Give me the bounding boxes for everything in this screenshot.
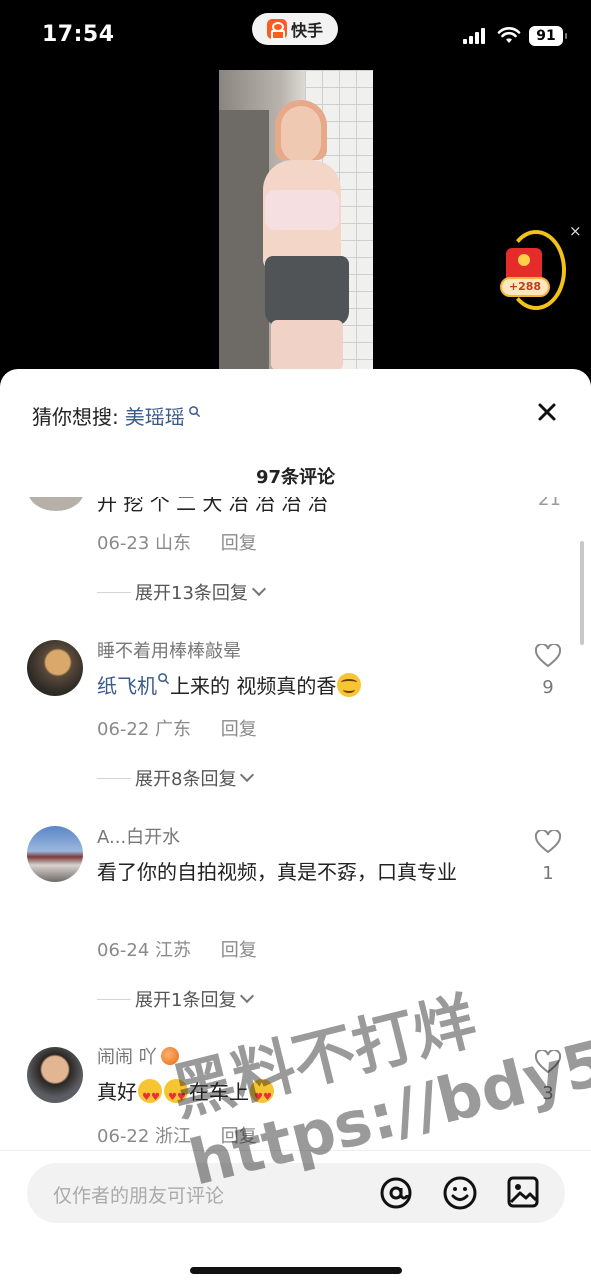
like-heart-icon[interactable]	[535, 830, 561, 854]
avatar[interactable]	[27, 1047, 83, 1103]
smiling-face-emoji-icon	[337, 673, 362, 697]
heart-eyes-emoji-icon	[250, 1079, 274, 1115]
close-icon[interactable]	[534, 399, 560, 425]
comment-location: 山东	[155, 533, 192, 554]
chevron-down-icon	[251, 581, 266, 597]
home-indicator	[190, 1267, 402, 1274]
reward-amount: +288	[500, 277, 550, 297]
comment-input[interactable]: 仅作者的朋友可评论	[27, 1163, 565, 1223]
comment-body: 上来的 视频真的香	[170, 674, 337, 698]
comment-location: 江苏	[155, 940, 192, 961]
comment-location: 浙江	[155, 1126, 192, 1147]
guess-search-term[interactable]: 美瑶瑶	[125, 401, 185, 430]
chevron-down-icon	[240, 988, 255, 1004]
like-heart-icon[interactable]	[535, 644, 561, 668]
divider	[97, 998, 131, 1000]
mention-at-icon[interactable]	[378, 1175, 414, 1211]
comment-body: 在车上	[189, 1080, 249, 1104]
comment-date: 06-24	[97, 940, 150, 961]
wifi-icon	[497, 27, 521, 43]
guess-label: 猜你想搜:	[32, 405, 119, 429]
expand-replies-label: 展开13条回复	[135, 583, 248, 604]
search-icon	[158, 673, 170, 685]
video-figure-top	[265, 190, 339, 230]
reply-button[interactable]: 回复	[221, 940, 257, 961]
search-icon	[188, 406, 200, 418]
image-icon[interactable]	[506, 1175, 540, 1209]
emoji-icon[interactable]	[442, 1175, 478, 1211]
like-count: 21	[538, 497, 561, 510]
comments-count-title: 97条评论	[255, 467, 336, 488]
comment-text: 看了你的自拍视频，真是不孬，口真专业	[97, 860, 457, 884]
comment-text: 开 挖 个 二 大 冶 冶 冶 冶	[97, 497, 328, 515]
video-figure-legs	[271, 320, 343, 370]
expand-replies-label: 展开1条回复	[135, 990, 237, 1011]
reply-button[interactable]: 回复	[221, 533, 257, 554]
heart-eyes-emoji-icon	[138, 1079, 162, 1115]
chevron-down-icon	[240, 767, 255, 783]
avatar[interactable]	[27, 640, 83, 696]
video-player[interactable]	[219, 70, 373, 370]
video-figure-shorts	[265, 256, 349, 326]
signal-icon	[463, 28, 487, 44]
battery-icon: 91	[529, 26, 567, 46]
kuaishou-logo-icon	[266, 19, 287, 40]
comment-meta: 06-23 山东 回复	[97, 529, 257, 555]
divider	[97, 777, 131, 779]
comment-meta: 06-22 广东 回复	[97, 715, 257, 741]
comment-username[interactable]: A...白开水	[97, 823, 180, 849]
comment-username[interactable]: 闹闹 吖	[97, 1043, 179, 1069]
scrollbar[interactable]	[580, 541, 584, 645]
comment-date: 06-22	[97, 1126, 150, 1147]
comment-date: 06-22	[97, 719, 150, 740]
video-background-door	[219, 110, 269, 370]
like-count: 3	[542, 1083, 554, 1104]
app-indicator-pill[interactable]: 快手	[252, 13, 338, 45]
reply-button[interactable]: 回复	[221, 1126, 257, 1147]
video-figure-head	[281, 106, 321, 162]
expand-replies-button[interactable]: 展开1条回复	[97, 986, 255, 1012]
reply-button[interactable]: 回复	[221, 719, 257, 740]
expand-replies-button[interactable]: 展开8条回复	[97, 765, 255, 791]
comments-sheet: 猜你想搜: 美瑶瑶 97条评论 开 挖 个 二 大 冶 冶 冶 冶 21 06-…	[0, 369, 591, 1280]
comment-input-placeholder: 仅作者的朋友可评论	[53, 1185, 225, 1207]
comment-text: 纸飞机 上来的 视频真的香	[97, 669, 487, 704]
comment-location: 广东	[155, 719, 192, 740]
status-bar: 17:54 快手 91	[0, 0, 591, 70]
like-heart-icon[interactable]	[535, 1050, 561, 1074]
comment-input-bar: 仅作者的朋友可评论	[0, 1150, 591, 1280]
red-packet-widget[interactable]: +288	[498, 230, 568, 312]
heart-eyes-emoji-icon	[164, 1079, 188, 1115]
avatar[interactable]	[27, 826, 83, 882]
mention-link[interactable]: 纸飞机	[97, 674, 157, 698]
comment-meta: 06-24 江苏 回复	[97, 936, 257, 962]
comment-meta: 06-22 浙江 回复	[97, 1122, 257, 1148]
divider	[97, 591, 131, 593]
app-name: 快手	[290, 21, 323, 40]
guess-search-row: 猜你想搜: 美瑶瑶	[32, 401, 201, 430]
comment-body: 真好	[97, 1080, 137, 1104]
like-count: 1	[542, 863, 554, 884]
status-time: 17:54	[42, 22, 115, 47]
battery-level: 91	[536, 28, 556, 44]
comment-username[interactable]: 睡不着用棒棒敲晕	[97, 637, 241, 663]
comment-list[interactable]: 开 挖 个 二 大 冶 冶 冶 冶 21 06-23 山东 回复 展开13条回复…	[0, 497, 591, 1150]
expand-replies-button[interactable]: 展开13条回复	[97, 579, 266, 605]
red-packet-close-button[interactable]: ×	[569, 222, 582, 240]
like-count: 9	[542, 677, 554, 698]
comment-username-text: 闹闹 吖	[97, 1047, 157, 1068]
expand-replies-label: 展开8条回复	[135, 769, 237, 790]
comment-date: 06-23	[97, 533, 150, 554]
comment-text: 真好 在车上	[97, 1075, 487, 1115]
avatar[interactable]	[28, 497, 84, 511]
basketball-badge-icon	[160, 1047, 179, 1065]
